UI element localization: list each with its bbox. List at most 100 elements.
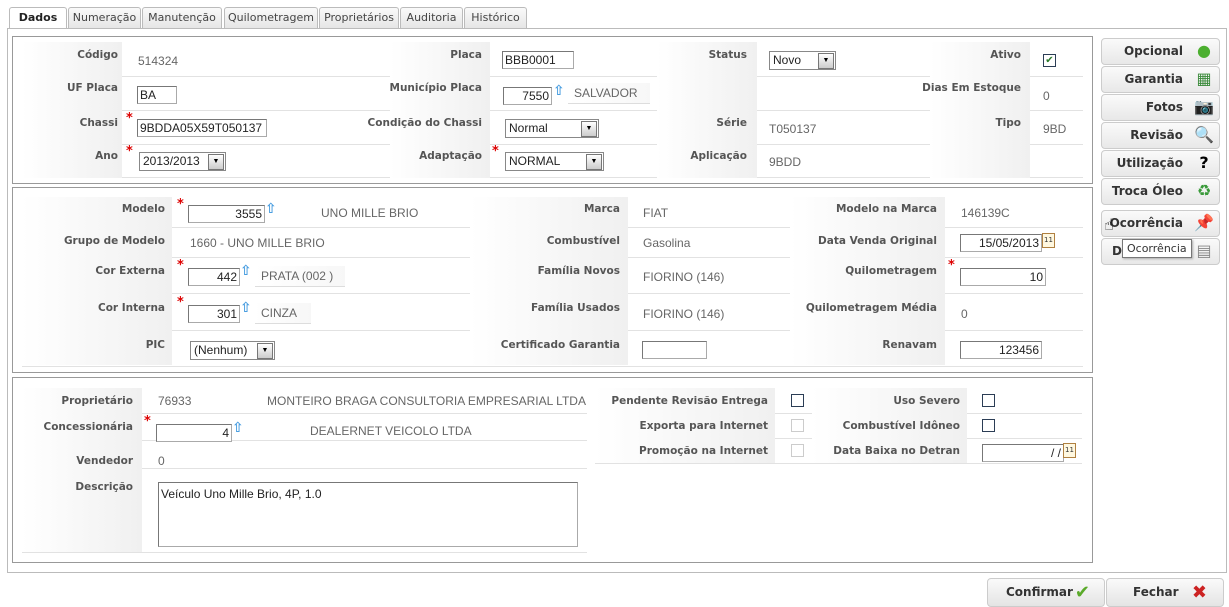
- pic-label: PIC: [145, 339, 165, 351]
- confirm-label: Confirmar: [1006, 585, 1073, 599]
- side-button-garantia[interactable]: Garantia ▦: [1101, 66, 1220, 93]
- chevron-down-icon[interactable]: ▼: [818, 53, 834, 69]
- required-marker-icon: *: [948, 258, 955, 273]
- side-button-utilizao[interactable]: Utilização?: [1101, 150, 1220, 177]
- exporta-internet-label: Exporta para Internet: [639, 420, 768, 432]
- familia-usados-value: FIORINO (146): [643, 307, 725, 321]
- tab-4[interactable]: Proprietários: [319, 7, 399, 28]
- calendar-icon: ▦: [1196, 69, 1212, 88]
- pic-selected: (Nenhum): [194, 343, 248, 357]
- tipo-value: 9BD: [1043, 122, 1067, 136]
- cor-externa-code-input[interactable]: 442: [188, 268, 240, 286]
- pic-select[interactable]: (Nenhum) ▼: [190, 341, 275, 360]
- tab-0[interactable]: Dados: [9, 7, 67, 30]
- certificado-garantia-input[interactable]: [642, 341, 707, 359]
- uso-severo-checkbox[interactable]: [982, 394, 995, 407]
- confirm-button[interactable]: Confirmar ✔: [987, 578, 1105, 607]
- condicao-chassi-select[interactable]: Normal ▼: [505, 119, 599, 138]
- serie-label: Série: [716, 117, 747, 129]
- descricao-textarea[interactable]: Veículo Uno Mille Brio, 4P, 1.0: [158, 482, 578, 547]
- adaptacao-selected: NORMAL: [509, 154, 561, 168]
- codigo-value: 514324: [138, 54, 179, 68]
- person-question-icon: ?: [1199, 153, 1209, 172]
- municipio-display: SALVADOR: [568, 83, 650, 104]
- quilometragem-input[interactable]: 10: [960, 268, 1046, 286]
- descricao-label: Descrição: [75, 481, 133, 493]
- placa-input[interactable]: BBB0001: [502, 51, 574, 69]
- lookup-arrow-icon[interactable]: ⇧: [553, 83, 565, 99]
- ano-select[interactable]: 2013/2013 ▼: [139, 152, 226, 171]
- calendar-icon[interactable]: 11: [1063, 443, 1076, 458]
- codigo-label: Código: [77, 49, 118, 61]
- ativo-checkbox[interactable]: ✔: [1043, 54, 1056, 67]
- modelo-code-input[interactable]: 3555: [188, 205, 265, 223]
- chevron-down-icon[interactable]: ▼: [257, 343, 273, 359]
- quilometragem-label: Quilometragem: [845, 265, 937, 277]
- label-cell: [22, 388, 142, 552]
- required-marker-icon: *: [126, 111, 133, 126]
- row-divider: [22, 76, 1083, 77]
- side-button-ocorrncia[interactable]: Ocorrência 📌: [1101, 210, 1220, 237]
- side-button-label: Utilização: [1116, 156, 1183, 170]
- combustivel-idoneo-checkbox[interactable]: [982, 419, 995, 432]
- proprietario-label: Proprietário: [61, 395, 133, 407]
- data-venda-label: Data Venda Original: [818, 235, 937, 247]
- checkmark-icon: ✔: [1074, 582, 1090, 603]
- renavam-input[interactable]: 123456: [960, 341, 1042, 359]
- tab-5[interactable]: Auditoria: [400, 7, 463, 28]
- calendar-icon[interactable]: 11: [1042, 233, 1055, 248]
- close-button[interactable]: Fechar ✖: [1106, 578, 1224, 607]
- quilometragem-media-label: Quilometragem Média: [805, 302, 937, 314]
- ano-selected: 2013/2013: [143, 154, 200, 168]
- familia-novos-label: Família Novos: [537, 265, 620, 277]
- side-button-trocaleo[interactable]: Troca Óleo ♻: [1101, 178, 1220, 205]
- chassi-input[interactable]: 9BDDA05X59T050137: [137, 119, 267, 137]
- row-divider: [22, 177, 1083, 178]
- proprietario-value: MONTEIRO BRAGA CONSULTORIA EMPRESARIAL L…: [267, 394, 586, 408]
- adaptacao-select[interactable]: NORMAL ▼: [505, 152, 604, 171]
- lookup-arrow-icon[interactable]: ⇧: [240, 263, 252, 279]
- tooltip: Ocorrência: [1122, 239, 1192, 258]
- chevron-down-icon[interactable]: ▼: [208, 154, 224, 170]
- grupo-modelo-label: Grupo de Modelo: [63, 235, 165, 247]
- tab-2[interactable]: Manutenção: [142, 7, 222, 28]
- pendente-revisao-checkbox[interactable]: [791, 394, 804, 407]
- uf-placa-input[interactable]: BA: [137, 86, 177, 104]
- camera-icon: 📷: [1194, 97, 1214, 116]
- modelo-label: Modelo: [121, 203, 165, 215]
- cor-interna-code-input[interactable]: 301: [188, 305, 240, 323]
- tab-3[interactable]: Quilometragem: [224, 7, 318, 28]
- side-button-label: Opcional: [1123, 44, 1183, 58]
- exporta-internet-checkbox: [791, 419, 804, 432]
- side-button-label: Garantia: [1124, 72, 1183, 86]
- side-button-label: Fotos: [1145, 100, 1183, 114]
- tab-1[interactable]: Numeração: [68, 7, 141, 28]
- side-button-reviso[interactable]: Revisão 🔍: [1101, 122, 1220, 149]
- municipio-code-input[interactable]: 7550: [503, 87, 552, 105]
- side-button-opcional[interactable]: Opcional ●: [1101, 38, 1220, 65]
- data-baixa-detran-input[interactable]: / /: [982, 444, 1064, 462]
- concessionaria-label: Concessionária: [43, 421, 133, 433]
- data-venda-input[interactable]: 15/05/2013: [960, 234, 1042, 252]
- lookup-arrow-icon[interactable]: ⇧: [240, 300, 252, 316]
- status-select[interactable]: Novo ▼: [769, 51, 836, 70]
- chevron-down-icon[interactable]: ▼: [586, 154, 602, 170]
- aplicacao-value: 9BDD: [769, 155, 802, 169]
- tab-6[interactable]: Histórico: [464, 7, 527, 28]
- certificado-garantia-label: Certificado Garantia: [500, 339, 620, 351]
- uso-severo-label: Uso Severo: [893, 395, 960, 407]
- lookup-arrow-icon[interactable]: ⇧: [232, 420, 244, 436]
- side-button-fotos[interactable]: Fotos 📷: [1101, 94, 1220, 121]
- lookup-arrow-icon[interactable]: ⇧: [265, 201, 277, 217]
- grupo-modelo-value: 1660 - UNO MILLE BRIO: [190, 236, 325, 250]
- proprietario-code-value: 76933: [158, 394, 192, 408]
- side-button-label: Ocorrência: [1109, 216, 1183, 230]
- modelo-marca-value: 146139C: [961, 206, 1010, 220]
- concessionaria-code-input[interactable]: 4: [156, 424, 232, 442]
- row-divider: [22, 110, 1083, 111]
- dias-estoque-label: Dias Em Estoque: [922, 82, 1021, 94]
- chevron-down-icon[interactable]: ▼: [581, 121, 597, 137]
- vendedor-value: 0: [158, 454, 165, 468]
- modelo-marca-label: Modelo na Marca: [835, 203, 937, 215]
- ativo-label: Ativo: [990, 49, 1021, 61]
